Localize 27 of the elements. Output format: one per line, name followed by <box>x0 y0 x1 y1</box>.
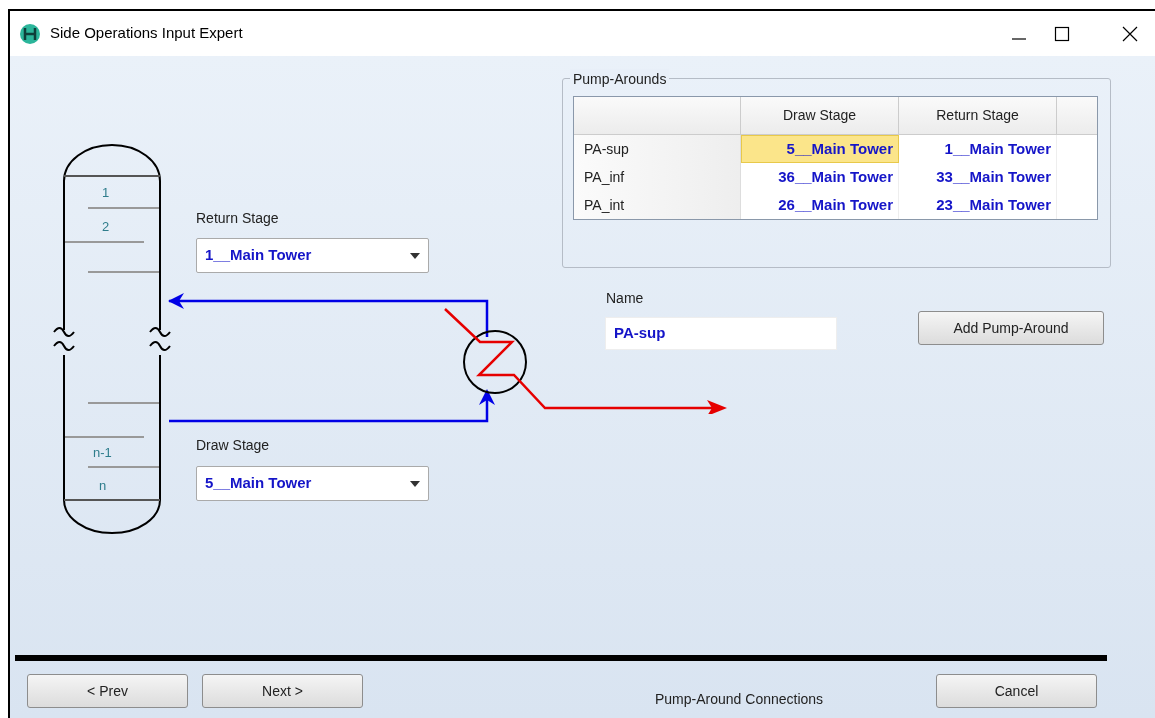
return-stage-label: Return Stage <box>196 209 279 228</box>
column-header[interactable]: Draw Stage <box>741 97 899 134</box>
row-header[interactable]: PA_int <box>574 191 741 219</box>
name-field[interactable]: PA-sup <box>605 317 837 350</box>
stage-number: n <box>99 477 107 495</box>
draw-stage-dropdown[interactable]: 5__Main Tower <box>196 466 429 501</box>
row-header[interactable]: PA-sup <box>574 135 741 163</box>
stage-number: n-1 <box>93 444 112 462</box>
row-header[interactable]: PA_inf <box>574 163 741 191</box>
cancel-button[interactable]: Cancel <box>936 674 1097 708</box>
prev-button[interactable]: < Prev <box>27 674 188 708</box>
table-cell[interactable]: 5__Main Tower <box>741 135 899 163</box>
next-button[interactable]: Next > <box>202 674 363 708</box>
table-cell[interactable]: 33__Main Tower <box>899 163 1057 191</box>
stage-number: 1 <box>102 184 110 202</box>
table-cell[interactable]: 26__Main Tower <box>741 191 899 219</box>
window-title: Side Operations Input Expert <box>50 23 243 44</box>
name-label: Name <box>606 289 644 308</box>
step-caption: Pump-Around Connections <box>655 690 824 709</box>
table-cell[interactable]: 36__Main Tower <box>741 163 899 191</box>
draw-stage-label: Draw Stage <box>196 436 270 455</box>
stage-number: 2 <box>102 218 110 236</box>
add-pump-around-button[interactable]: Add Pump-Around <box>918 311 1104 345</box>
table-cell[interactable]: 1__Main Tower <box>899 135 1057 163</box>
return-stage-dropdown[interactable]: 1__Main Tower <box>196 238 429 273</box>
table-cell[interactable]: 23__Main Tower <box>899 191 1057 219</box>
column-header[interactable]: Return Stage <box>899 97 1057 134</box>
